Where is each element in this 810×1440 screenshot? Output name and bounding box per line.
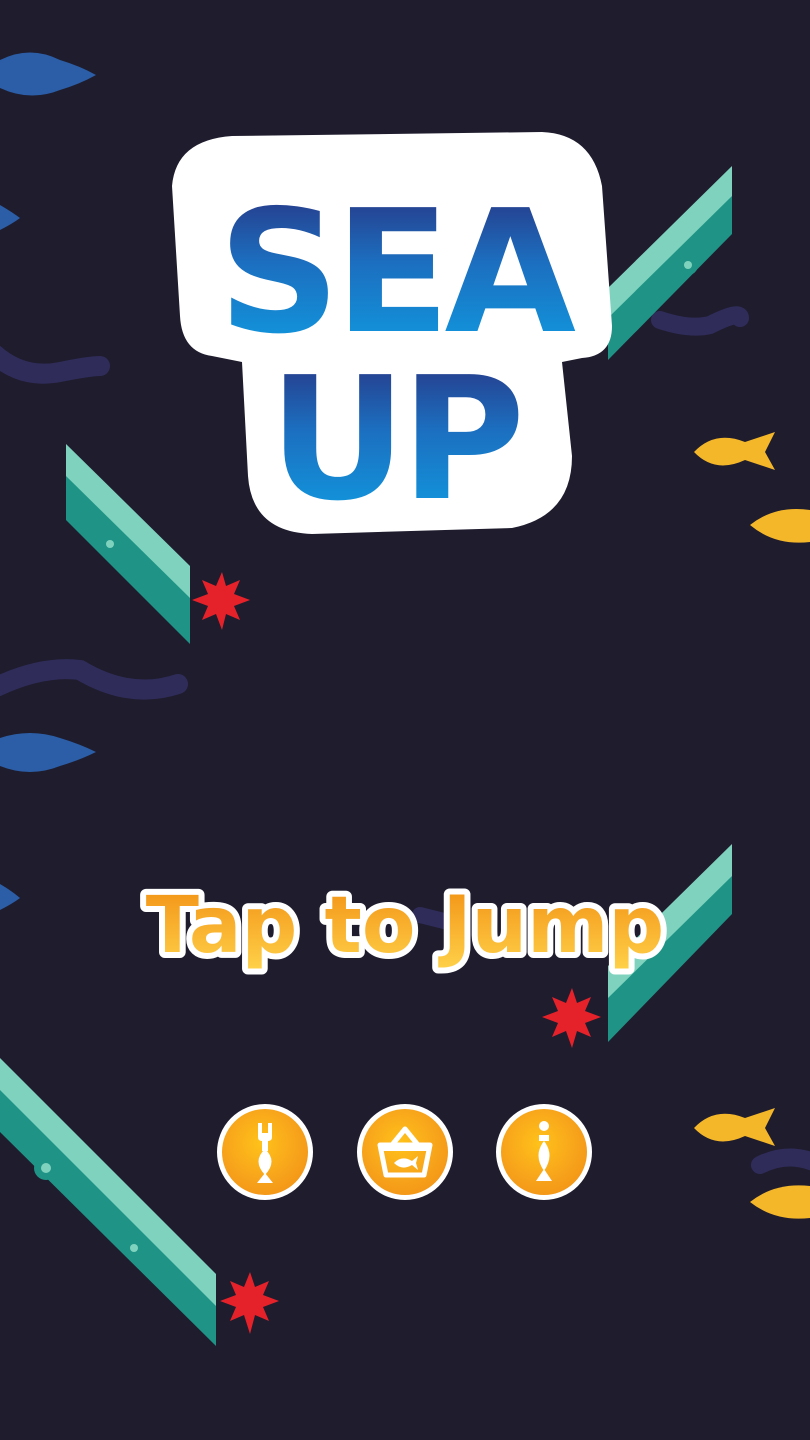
tap-to-jump-prompt[interactable]: Tap to Jump Tap to Jump bbox=[0, 868, 810, 988]
tools-button[interactable] bbox=[217, 1104, 313, 1200]
yellow-fish-icon bbox=[694, 432, 775, 470]
spike-hazard bbox=[542, 988, 601, 1048]
yellow-fish-icon bbox=[750, 509, 810, 543]
shop-button[interactable] bbox=[357, 1104, 453, 1200]
game-logo: SEA UP bbox=[172, 126, 612, 539]
fish-bone-icon bbox=[257, 1123, 273, 1183]
info-fish-icon bbox=[536, 1121, 552, 1181]
title-line-2: UP bbox=[269, 341, 520, 536]
blue-fish-icon bbox=[0, 733, 96, 772]
yellow-fish-icon bbox=[694, 1108, 775, 1146]
blue-fish-icon bbox=[0, 205, 20, 230]
wave-decor bbox=[651, 306, 749, 336]
info-button[interactable] bbox=[496, 1104, 592, 1200]
wave-decor bbox=[0, 659, 188, 700]
blue-fish-icon bbox=[0, 52, 96, 96]
wave-decor bbox=[751, 1148, 810, 1174]
yellow-fish-icon bbox=[750, 1185, 810, 1219]
spike-hazard bbox=[220, 1272, 279, 1334]
spike-hazard bbox=[192, 572, 250, 630]
shop-basket-icon bbox=[377, 1126, 433, 1178]
prompt-text: Tap to Jump bbox=[146, 881, 664, 971]
game-start-screen[interactable]: SEA UP Tap to Jump Tap to Jump bbox=[0, 0, 810, 1440]
wave-decor bbox=[0, 345, 110, 384]
ramp-platform bbox=[0, 1058, 216, 1346]
